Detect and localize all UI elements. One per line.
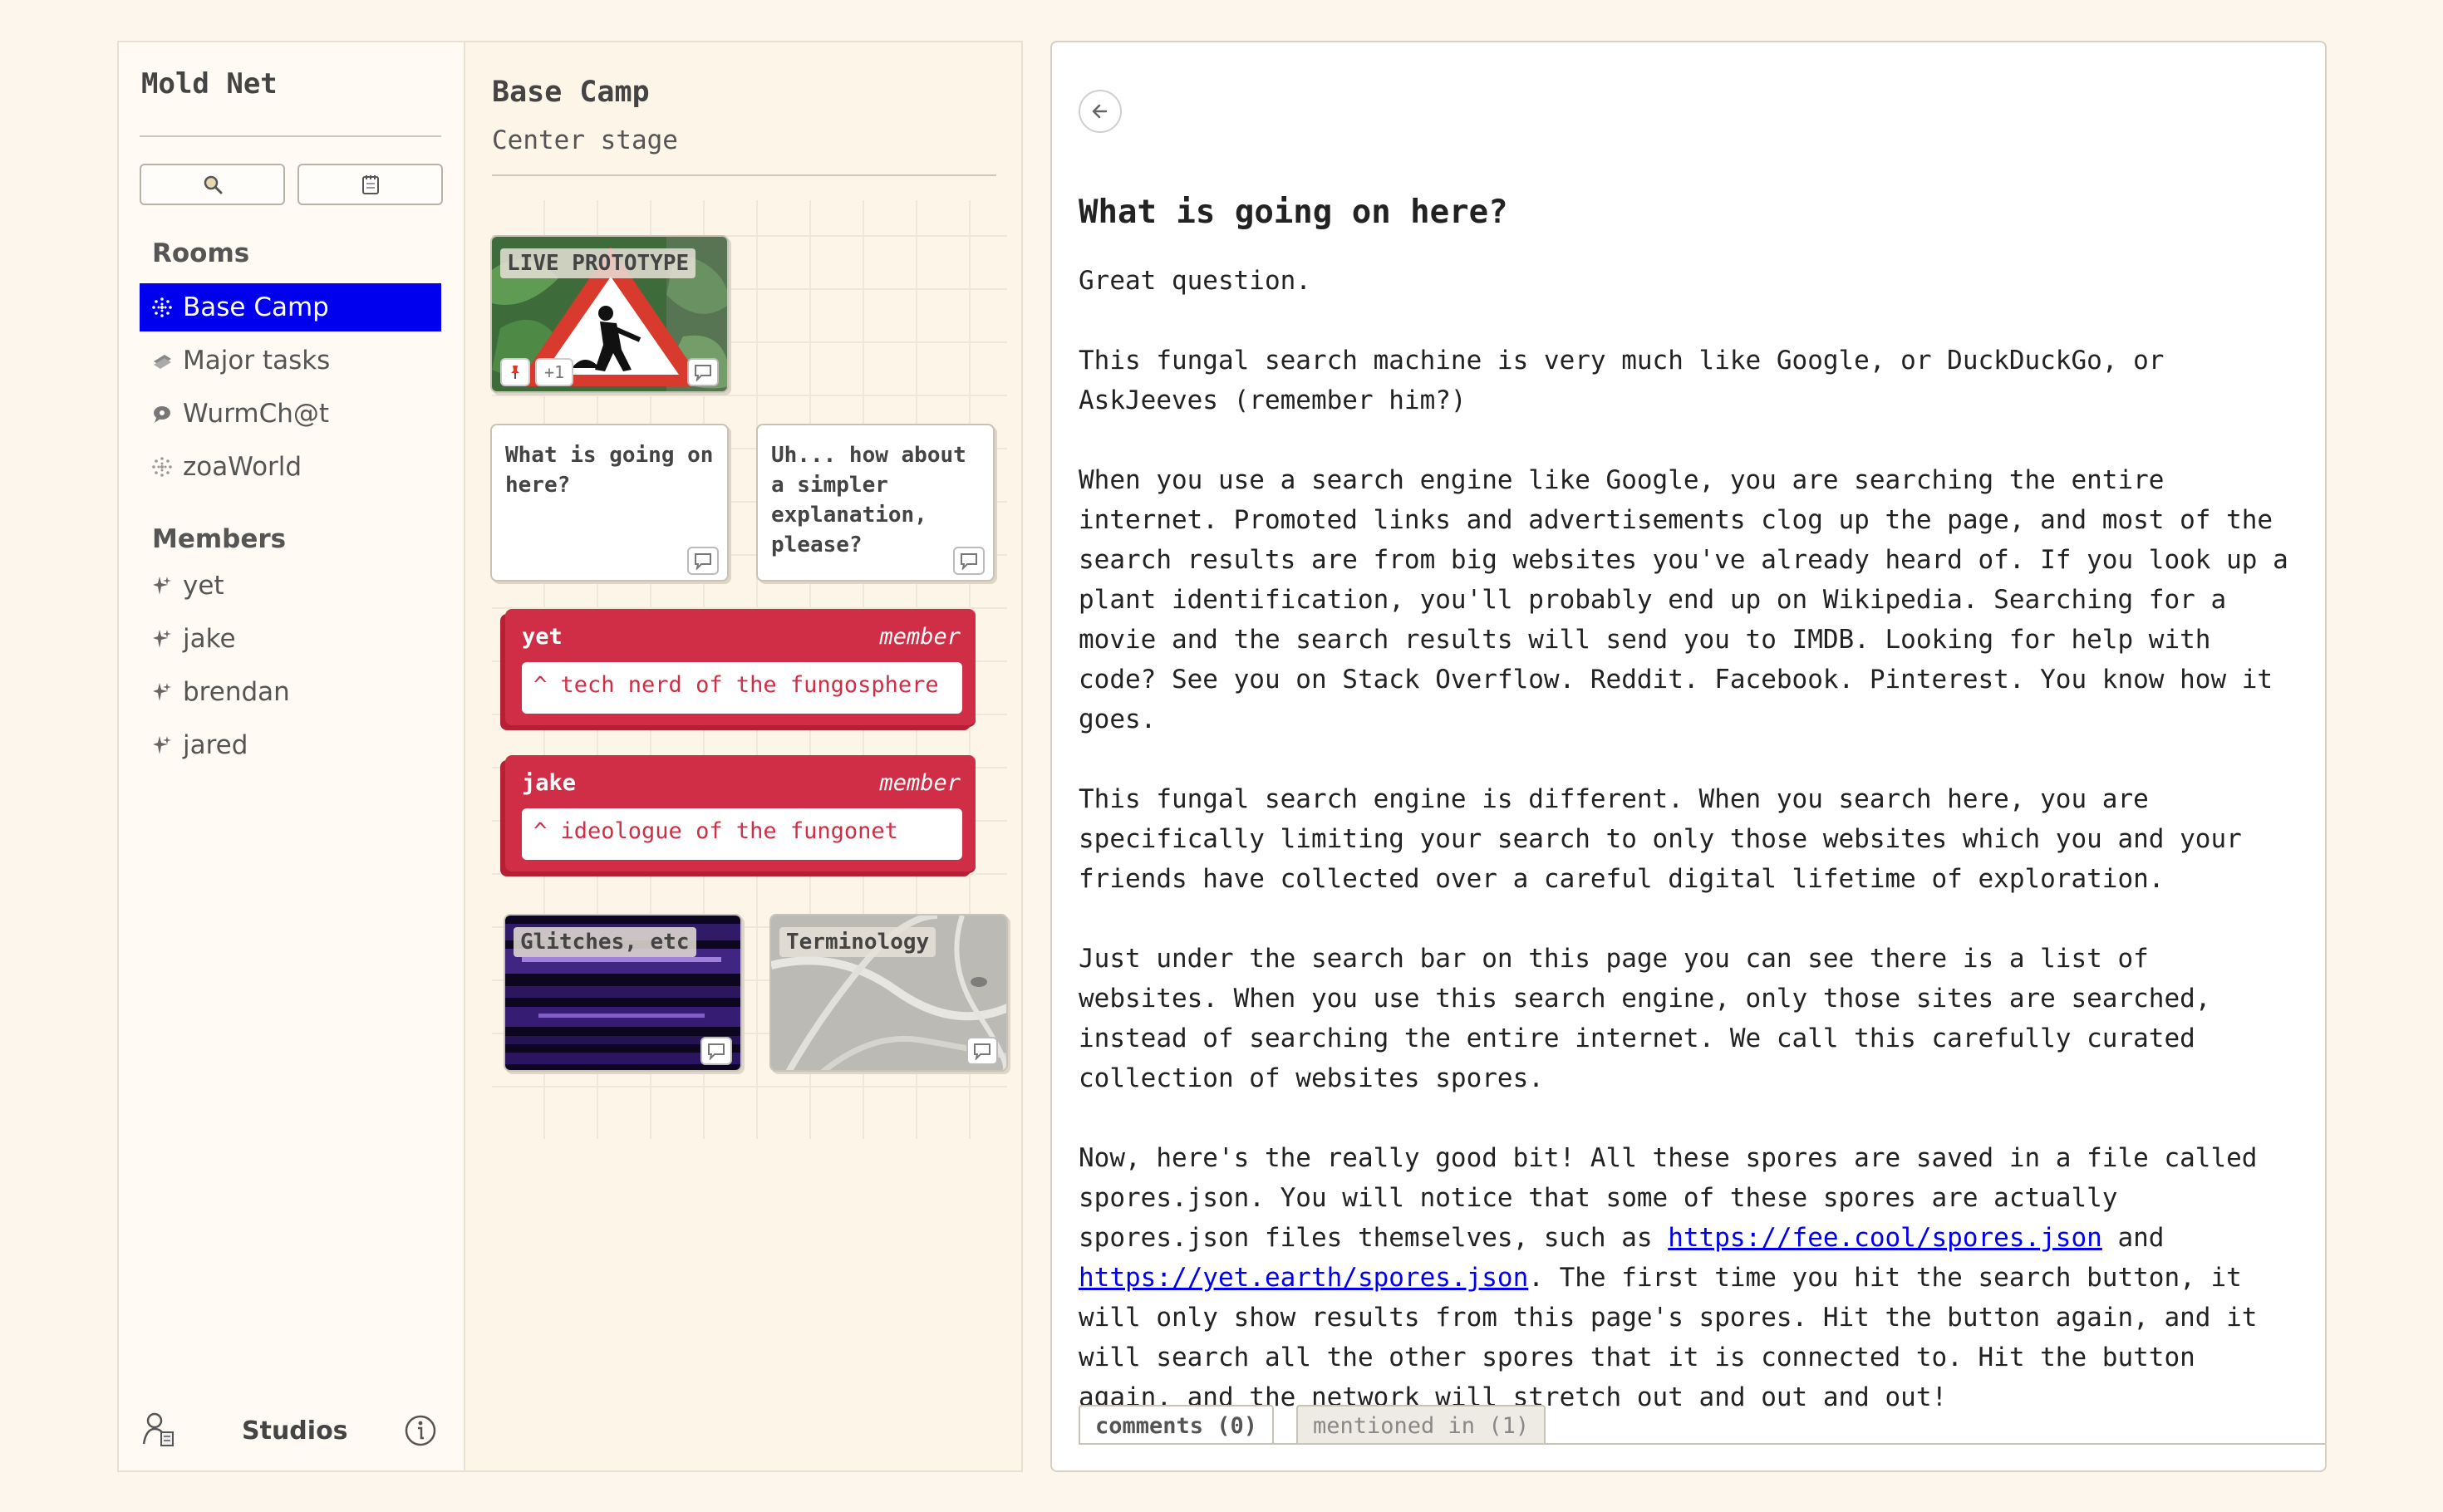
sidebar-item-major-tasks[interactable]: Major tasks — [140, 336, 441, 385]
sparkle-icon — [151, 681, 173, 703]
comment-icon[interactable] — [953, 547, 985, 575]
paragraph: This fungal search engine is different. … — [1079, 784, 2242, 894]
back-button[interactable] — [1079, 90, 1122, 133]
arrow-left-icon — [1092, 104, 1108, 119]
grid-dots-icon — [151, 456, 173, 478]
card-simpler-explanation[interactable]: Uh... how about a simpler explanation, p… — [756, 424, 995, 582]
document-title: What is going on here? — [1079, 194, 1508, 231]
board-subtitle: Center stage — [492, 125, 678, 155]
sparkle-icon — [151, 628, 173, 650]
sidebar-item-label: jake — [183, 624, 236, 654]
info-icon[interactable] — [404, 1414, 437, 1451]
sidebar: Mold Net Rooms Base Camp Major tasks Wur… — [117, 41, 464, 1472]
sidebar-item-member-jared[interactable]: jared — [140, 721, 441, 769]
paragraph-text: and — [2101, 1223, 2165, 1253]
sidebar-footer: Studios — [119, 1387, 464, 1470]
board-title: Base Camp — [492, 76, 650, 109]
sidebar-item-zoaworld[interactable]: zoaWorld — [140, 443, 441, 491]
card-title: LIVE PROTOTYPE — [500, 248, 696, 278]
sidebar-item-label: brendan — [183, 677, 290, 707]
extra-count-badge[interactable]: +1 — [535, 358, 573, 386]
comment-icon[interactable] — [966, 1037, 998, 1065]
member-role: member — [879, 770, 961, 796]
sidebar-item-member-brendan[interactable]: brendan — [140, 668, 441, 716]
studios-link[interactable]: Studios — [242, 1416, 348, 1446]
search-button[interactable] — [140, 164, 285, 205]
sidebar-item-label: jared — [183, 730, 248, 760]
sidebar-item-label: zoaWorld — [183, 452, 302, 482]
sidebar-item-wurmchat[interactable]: WurmCh@t — [140, 390, 441, 438]
divider — [492, 174, 996, 176]
comment-icon[interactable] — [700, 1037, 732, 1065]
tab-mentioned-in[interactable]: mentioned in (1) — [1296, 1405, 1546, 1445]
sidebar-item-member-jake[interactable]: jake — [140, 615, 441, 663]
member-card-jake[interactable]: jake member ^ ideologue of the fungonet — [505, 755, 976, 871]
sparkle-icon — [151, 575, 173, 596]
rooms-heading: Rooms — [152, 238, 250, 268]
comment-icon[interactable] — [687, 547, 719, 575]
stack-icon — [151, 350, 173, 371]
sidebar-item-label: Major tasks — [183, 346, 331, 376]
member-card-yet[interactable]: yet member ^ tech nerd of the fungospher… — [505, 609, 976, 725]
member-name: yet — [522, 624, 563, 650]
paragraph: This fungal search machine is very much … — [1079, 346, 2165, 415]
magnifier-icon — [204, 175, 222, 194]
member-role: member — [879, 624, 961, 650]
sidebar-item-label: WurmCh@t — [183, 399, 330, 429]
app-title: Mold Net — [141, 67, 278, 101]
card-terminology[interactable]: Terminology — [769, 914, 1008, 1072]
member-description: ^ tech nerd of the fungosphere — [522, 662, 962, 714]
link-yet-earth-spores[interactable]: https://yet.earth/spores.json — [1079, 1263, 1528, 1293]
divider — [140, 135, 441, 137]
card-title: Glitches, etc — [514, 927, 696, 957]
grid-dots-icon — [151, 297, 173, 318]
comment-icon[interactable] — [687, 358, 719, 386]
sidebar-item-label: yet — [183, 571, 224, 601]
document-body: Great question. This fungal search machi… — [1079, 261, 2300, 1457]
card-title: Uh... how about a simpler explanation, p… — [771, 443, 966, 557]
document-pane: What is going on here? Great question. T… — [1050, 41, 2327, 1472]
card-title: What is going on here? — [505, 443, 714, 498]
sparkle-icon — [151, 734, 173, 756]
pin-icon[interactable] — [500, 358, 530, 386]
notes-button[interactable] — [297, 164, 443, 205]
card-question[interactable]: What is going on here? — [490, 424, 729, 582]
notepad-icon — [361, 175, 379, 194]
paragraph: Great question. — [1079, 266, 1311, 296]
sidebar-item-label: Base Camp — [183, 292, 329, 322]
paragraph: When you use a search engine like Google… — [1079, 465, 2288, 734]
card-glitches[interactable]: Glitches, etc — [504, 914, 742, 1072]
sidebar-item-member-yet[interactable]: yet — [140, 562, 441, 610]
user-profile-icon[interactable] — [140, 1411, 178, 1452]
sidebar-item-base-camp[interactable]: Base Camp — [140, 283, 441, 331]
card-title: Terminology — [779, 927, 936, 957]
member-description: ^ ideologue of the fungonet — [522, 808, 962, 860]
member-name: jake — [522, 770, 577, 796]
card-live-prototype[interactable]: LIVE PROTOTYPE +1 — [490, 235, 729, 393]
tab-comments[interactable]: comments (0) — [1079, 1405, 1275, 1445]
divider — [1079, 1443, 2325, 1445]
chat-icon — [151, 403, 173, 425]
paragraph: Just under the search bar on this page y… — [1079, 944, 2211, 1093]
paragraph: Now, here's the really good bit! All the… — [1079, 1138, 2300, 1417]
link-fee-cool-spores[interactable]: https://fee.cool/spores.json — [1668, 1223, 2102, 1253]
members-heading: Members — [152, 524, 287, 554]
